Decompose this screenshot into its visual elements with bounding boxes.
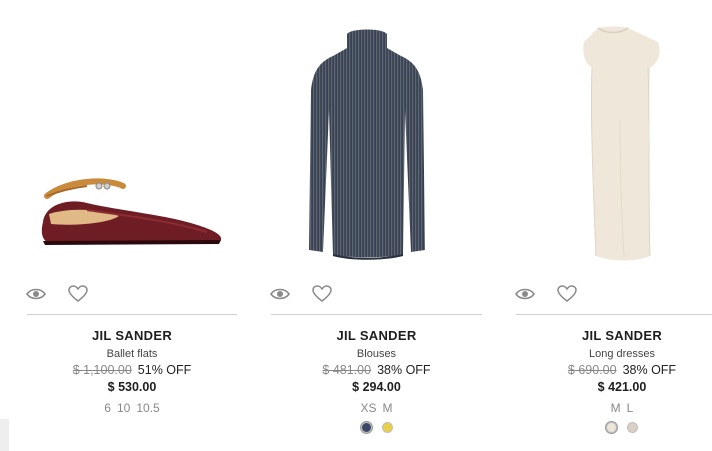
product-category: Ballet flats	[106, 348, 158, 360]
divider	[516, 314, 712, 315]
eye-icon[interactable]	[270, 286, 292, 306]
sale-price: $ 530.00	[107, 380, 157, 394]
product-image-blouses[interactable]	[271, 0, 482, 270]
heart-icon[interactable]	[68, 285, 90, 305]
card-actions	[26, 285, 107, 306]
product-card-blouses[interactable]: JIL SANDER Blouses $ 481.00 38% OFF $ 294…	[270, 0, 482, 451]
blouse-image	[309, 29, 425, 260]
card-actions	[515, 285, 596, 306]
price-row: $ 690.00 38% OFF	[516, 362, 712, 379]
product-category: Blouses	[356, 348, 397, 360]
card-actions	[270, 285, 351, 306]
original-price: $ 690.00	[567, 363, 617, 377]
original-price: $ 481.00	[322, 363, 372, 377]
size-option[interactable]: XS	[360, 401, 376, 415]
eye-icon[interactable]	[26, 286, 48, 306]
size-option[interactable]: 6	[104, 401, 111, 415]
product-info: JIL SANDER Long dresses $ 690.00 38% OFF …	[516, 328, 712, 436]
discount-label: 38% OFF	[377, 363, 431, 377]
color-swatches	[271, 422, 482, 436]
size-option[interactable]: M	[611, 401, 621, 415]
divider	[27, 314, 237, 315]
color-swatches	[516, 422, 712, 436]
size-option[interactable]: 10.5	[136, 401, 159, 415]
dress-image	[583, 26, 660, 261]
product-card-long-dresses[interactable]: JIL SANDER Long dresses $ 690.00 38% OFF …	[515, 0, 712, 451]
color-swatch[interactable]	[381, 422, 393, 433]
eye-icon[interactable]	[515, 286, 537, 306]
brand-name[interactable]: JIL SANDER	[516, 328, 712, 346]
sale-price: $ 421.00	[597, 380, 647, 394]
sale-price: $ 294.00	[352, 380, 401, 394]
product-image-ballet-flats[interactable]	[27, 0, 237, 270]
brand-name[interactable]: JIL SANDER	[271, 328, 482, 346]
size-option[interactable]: L	[627, 401, 634, 415]
product-card-ballet-flats[interactable]: JIL SANDER Ballet flats $ 1,100.00 51% OF…	[26, 0, 237, 451]
size-list: ML	[516, 401, 712, 418]
color-swatch[interactable]	[360, 422, 372, 433]
ballet-flats-image	[41, 178, 222, 245]
price-row: $ 481.00 38% OFF	[271, 362, 482, 379]
product-category: Long dresses	[588, 348, 656, 360]
original-price: $ 1,100.00	[72, 363, 132, 377]
discount-label: 38% OFF	[622, 363, 677, 377]
brand-name[interactable]: JIL SANDER	[27, 328, 237, 346]
discount-label: 51% OFF	[137, 363, 192, 377]
size-list: XS M	[271, 401, 482, 418]
size-option[interactable]: 10	[117, 401, 130, 415]
divider	[271, 314, 482, 315]
size-option[interactable]: M	[383, 401, 393, 415]
color-swatch[interactable]	[606, 422, 617, 433]
size-list: 6 10 10.5	[27, 401, 237, 418]
product-image-long-dresses[interactable]	[516, 0, 712, 270]
heart-icon[interactable]	[312, 285, 334, 305]
side-panel-edge	[0, 419, 9, 451]
product-info: JIL SANDER Blouses $ 481.00 38% OFF $ 294…	[271, 328, 482, 436]
heart-icon[interactable]	[557, 285, 579, 305]
color-swatch[interactable]	[627, 422, 638, 433]
product-grid: JIL SANDER Ballet flats $ 1,100.00 51% OF…	[0, 0, 712, 451]
product-info: JIL SANDER Ballet flats $ 1,100.00 51% OF…	[27, 328, 237, 418]
price-row: $ 1,100.00 51% OFF	[27, 362, 237, 379]
